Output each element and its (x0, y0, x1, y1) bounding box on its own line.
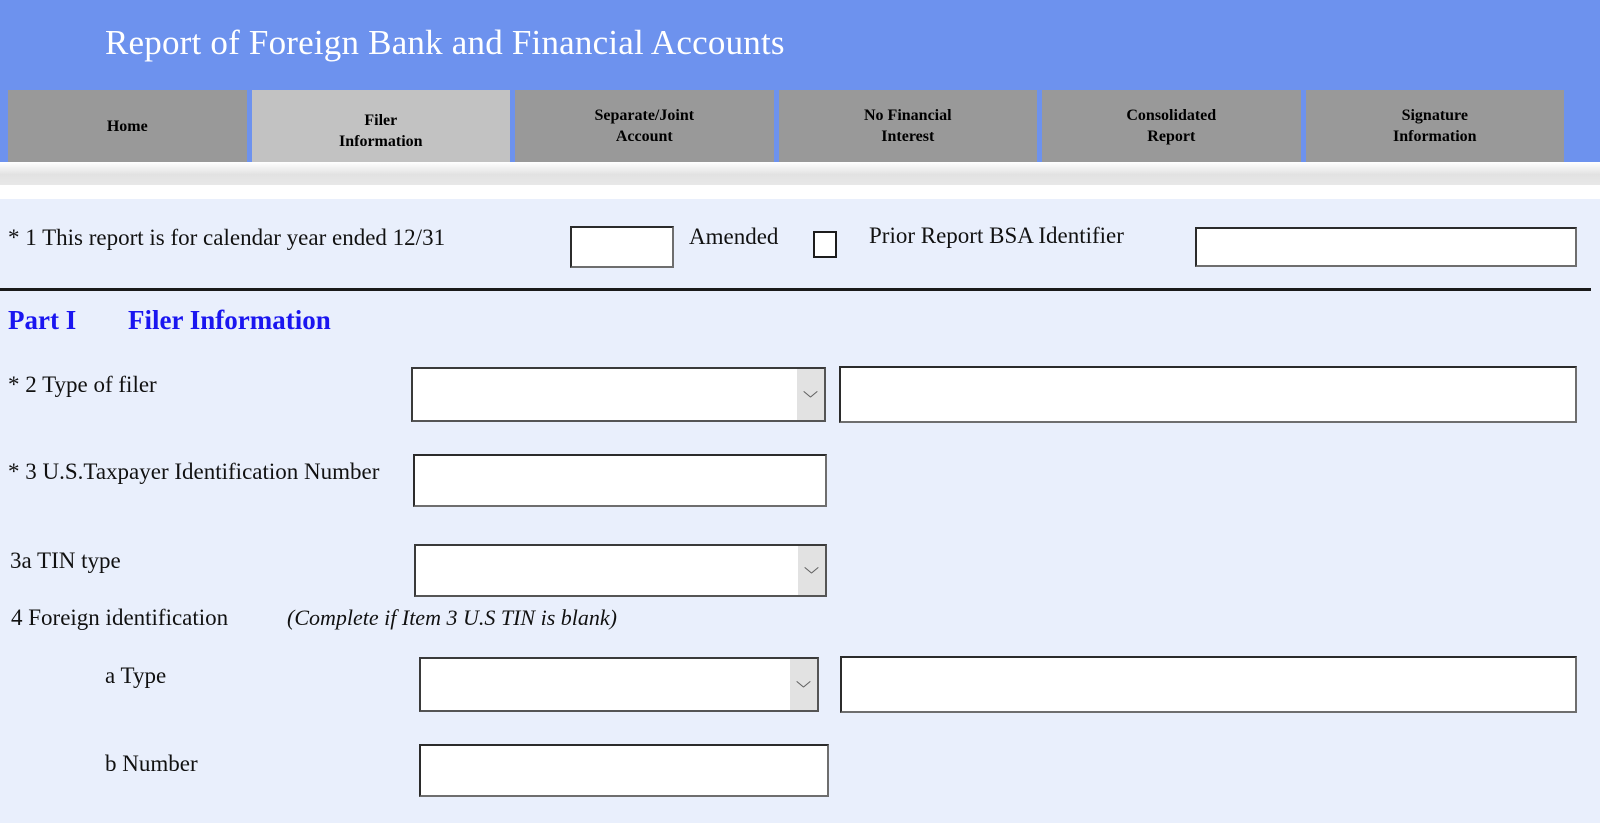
foreign-id-type-row: a Type (0, 654, 1600, 722)
tin-type-dropdown-button[interactable] (797, 546, 825, 595)
tab-consolidated-report-line1: Consolidated (1126, 107, 1217, 124)
foreign-id-number-label: b Number (105, 751, 198, 776)
tab-consolidated-report-line2: Report (1147, 128, 1196, 145)
section-divider (0, 288, 1591, 291)
tab-filer-information-label: Filer Information (333, 110, 429, 152)
part-title: Filer Information (128, 305, 331, 335)
foreign-id-type-other-input[interactable] (840, 656, 1577, 713)
us-tin-label: * 3 U.S.Taxpayer Identification Number (8, 459, 380, 484)
part-heading: Part I Filer Information (8, 304, 331, 336)
prior-bsa-identifier-label: Prior Report BSA Identifier (869, 223, 1124, 248)
tab-signature-information-label: Signature Information (1387, 105, 1483, 147)
tab-filer-information-line1: Filer (364, 112, 398, 129)
part-number: Part I (8, 305, 77, 335)
tab-separate-joint-account-line2: Account (615, 128, 673, 145)
type-of-filer-label: * 2 Type of filer (8, 372, 157, 397)
calendar-year-row: * 1 This report is for calendar year end… (0, 199, 1600, 291)
tab-no-financial-interest-label: No Financial Interest (858, 105, 958, 147)
tab-signature-information-line1: Signature (1401, 107, 1468, 124)
type-of-filer-row: * 2 Type of filer (0, 364, 1600, 438)
tab-bar: Home Filer Information Separate/Joint Ac… (8, 90, 1565, 172)
us-tin-input[interactable] (413, 454, 827, 507)
tab-consolidated-report[interactable]: Consolidated Report (1042, 90, 1301, 162)
foreign-id-number-input[interactable] (419, 744, 829, 797)
chevron-down-icon (805, 567, 818, 575)
tab-no-financial-interest-line1: No Financial (864, 107, 952, 124)
amended-checkbox[interactable] (813, 231, 837, 258)
page-title: Report of Foreign Bank and Financial Acc… (105, 23, 785, 62)
type-of-filer-other-input[interactable] (839, 366, 1577, 423)
tab-consolidated-report-label: Consolidated Report (1120, 105, 1222, 147)
tab-separate-joint-account-line1: Separate/Joint (594, 107, 695, 124)
tin-type-select[interactable] (414, 544, 827, 597)
tab-underline-strip (0, 162, 1600, 185)
foreign-id-type-label: a Type (105, 663, 167, 688)
foreign-id-type-select[interactable] (419, 657, 819, 712)
tin-type-label: 3a TIN type (10, 548, 121, 573)
foreign-identification-hint: (Complete if Item 3 U.S TIN is blank) (287, 605, 617, 630)
chevron-down-icon (804, 391, 817, 399)
calendar-year-label: * 1 This report is for calendar year end… (8, 225, 446, 250)
foreign-id-number-row: b Number (0, 742, 1600, 810)
form-body: * 1 This report is for calendar year end… (0, 199, 1600, 823)
amended-label: Amended (689, 224, 779, 249)
tab-separate-joint-account-label: Separate/Joint Account (589, 105, 701, 147)
content-top-spacer (0, 185, 1600, 199)
foreign-id-type-dropdown-button[interactable] (789, 659, 817, 710)
tab-home-label: Home (106, 117, 148, 135)
tab-no-financial-interest-line2: Interest (881, 128, 935, 145)
foreign-identification-label: 4 Foreign identification (11, 605, 229, 630)
chevron-down-icon (797, 681, 810, 689)
calendar-year-input[interactable] (570, 226, 674, 268)
tab-filer-information-line2: Information (339, 133, 423, 150)
tab-signature-information-line2: Information (1393, 128, 1477, 145)
prior-bsa-identifier-input[interactable] (1195, 227, 1577, 267)
fbar-form-page: Report of Foreign Bank and Financial Acc… (0, 0, 1600, 823)
tab-no-financial-interest[interactable]: No Financial Interest (778, 90, 1038, 162)
type-of-filer-select[interactable] (411, 367, 826, 422)
us-tin-row: * 3 U.S.Taxpayer Identification Number (0, 452, 1600, 522)
foreign-identification-row: 4 Foreign identification (Complete if It… (0, 599, 1600, 647)
tab-separate-joint-account[interactable]: Separate/Joint Account (515, 90, 774, 162)
type-of-filer-dropdown-button[interactable] (796, 369, 824, 420)
tab-home[interactable]: Home (8, 90, 247, 162)
tab-filer-information[interactable]: Filer Information (251, 90, 511, 172)
tab-signature-information[interactable]: Signature Information (1305, 90, 1565, 162)
